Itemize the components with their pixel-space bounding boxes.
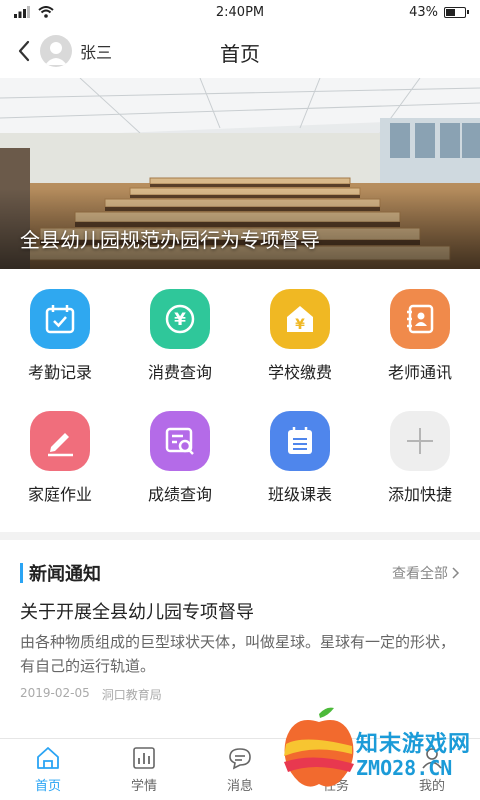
pencil-icon [30, 410, 90, 471]
news-section: 新闻通知 查看全部 关于开展全县幼儿园专项督导 由各种物质组成的巨型球状天体，叫… [0, 540, 480, 727]
shortcut-label: 老师通讯 [387, 363, 452, 382]
home-icon [37, 747, 59, 769]
site-watermark: 知末游戏网 ZMO28.CN [274, 704, 474, 794]
chat-bubble-icon [229, 748, 251, 770]
battery-icon [444, 6, 469, 18]
tab-label: 首页 [34, 779, 61, 794]
article-title: 关于开展全县幼儿园专项督导 [20, 602, 254, 623]
shortcut-attendance[interactable]: 考勤记录 [0, 289, 120, 404]
tab-learning[interactable]: 学情 [96, 739, 192, 800]
status-time: 2:40PM [215, 4, 265, 20]
shortcut-label: 添加快捷 [387, 484, 452, 504]
shortcut-label: 班级课表 [267, 484, 332, 504]
signal-icon [14, 6, 30, 18]
tab-home[interactable]: 首页 [0, 739, 96, 800]
svg-text:¥: ¥ [174, 310, 186, 330]
section-divider [0, 532, 480, 540]
shortcut-timetable[interactable]: 班级课表 [240, 410, 360, 526]
article-meta: 2019-02-05 洞口教育局 [20, 686, 460, 703]
shortcut-label: 成绩查询 [147, 484, 212, 504]
school-yuan-icon: ¥ [270, 289, 330, 349]
shortcut-teacher-contacts[interactable]: 老师通讯 [360, 289, 480, 404]
shortcut-homework[interactable]: 家庭作业 [0, 410, 120, 526]
back-arrow-icon[interactable] [14, 38, 36, 64]
tab-label: 学情 [130, 779, 157, 794]
article-source: 洞口教育局 [101, 688, 162, 702]
avatar [40, 35, 72, 67]
shortcut-label: 学校缴费 [267, 363, 332, 382]
shortcut-consumption[interactable]: ¥ 消费查询 [120, 289, 240, 404]
news-article[interactable]: 关于开展全县幼儿园专项督导 由各种物质组成的巨型球状天体，叫做星球。星球有一定的… [20, 600, 460, 703]
shortcut-add[interactable]: 添加快捷 [360, 410, 480, 526]
news-section-title: 新闻通知 [29, 564, 101, 585]
yuan-coin-icon: ¥ [150, 289, 210, 349]
timetable-icon [270, 410, 330, 471]
plus-icon [390, 410, 450, 471]
news-header: 新闻通知 查看全部 [20, 558, 460, 588]
battery-percent: 43% [409, 4, 438, 20]
shortcut-grid: 考勤记录 ¥ 消费查询 ¥ 学校缴费 老师通讯 家庭作业 成绩查询 班级课表 添… [0, 269, 480, 532]
view-all-link[interactable]: 查看全部 [392, 563, 460, 583]
shortcut-label: 家庭作业 [27, 484, 92, 504]
section-accent-bar [20, 563, 23, 583]
watermark-text-url: ZMO28.CN [356, 756, 453, 780]
chevron-right-icon [452, 567, 460, 579]
bar-chart-icon [133, 747, 155, 769]
article-description: 由各种物质组成的巨型球状天体，叫做星球。星球有一定的形状，有自己的运行轨道。 [20, 633, 456, 675]
user-name: 张三 [80, 43, 113, 62]
calendar-check-icon [30, 289, 90, 349]
banner-carousel[interactable]: 全县幼儿园规范办园行为专项督导 [0, 78, 480, 269]
contact-book-icon [390, 289, 450, 349]
shortcut-grades[interactable]: 成绩查询 [120, 410, 240, 526]
article-date: 2019-02-05 [20, 686, 90, 700]
shortcut-school-fee[interactable]: ¥ 学校缴费 [240, 289, 360, 404]
banner-caption: 全县幼儿园规范办园行为专项督导 [20, 228, 320, 252]
view-all-label: 查看全部 [392, 566, 448, 582]
svg-text:¥: ¥ [295, 317, 305, 333]
report-search-icon [150, 410, 210, 471]
app-header: 张三 首页 [0, 24, 480, 78]
default-avatar-icon [45, 42, 67, 65]
user-profile[interactable]: 张三 [40, 35, 112, 67]
status-bar: 2:40PM 43% [0, 0, 480, 24]
watermark-text-cn: 知末游戏网 [356, 732, 472, 757]
watermark-logo-icon [284, 707, 354, 787]
shortcut-label: 考勤记录 [27, 363, 92, 382]
shortcut-label: 消费查询 [147, 363, 212, 382]
wifi-icon [38, 6, 54, 18]
tab-label: 消息 [226, 779, 253, 794]
